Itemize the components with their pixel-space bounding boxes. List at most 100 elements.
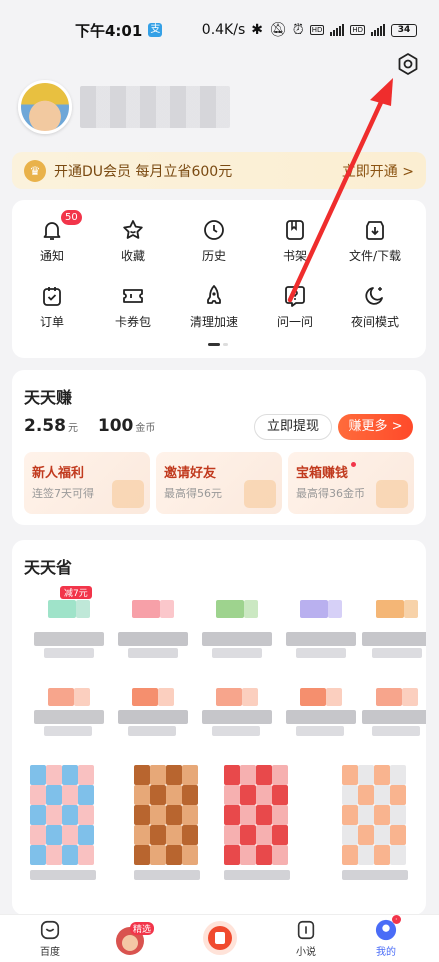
nav-mine[interactable]: · 我的 xyxy=(356,915,416,958)
mosaic-block xyxy=(240,845,256,865)
withdraw-button[interactable]: 立即提现 xyxy=(254,414,332,440)
mosaic-block xyxy=(158,688,174,706)
mosaic-block xyxy=(272,785,288,805)
tool-label: 通知 xyxy=(39,249,64,263)
mosaic-block xyxy=(118,710,188,724)
tool-downloads[interactable]: 文件/下载 xyxy=(340,218,410,264)
save-title: 天天省 xyxy=(24,558,73,577)
mosaic-block xyxy=(134,845,150,865)
mosaic-block xyxy=(134,765,150,785)
newbie-bonus-card[interactable]: 新人福利 连签7天可得 xyxy=(24,452,150,514)
tool-favorites[interactable]: 收藏 xyxy=(98,218,168,264)
mosaic-block xyxy=(272,805,288,825)
avatar[interactable] xyxy=(18,80,72,134)
tool-coupons[interactable]: 卡券包 xyxy=(98,284,168,330)
vip-cta[interactable]: 立即开通 > xyxy=(342,161,414,181)
tool-cleanup[interactable]: 清理加速 xyxy=(179,284,249,330)
battery-icon: 34 xyxy=(391,23,417,37)
mosaic-block xyxy=(202,632,272,646)
page-indicator xyxy=(208,343,228,346)
mosaic-block xyxy=(166,845,182,865)
mosaic-block xyxy=(134,825,150,845)
mosaic-block xyxy=(166,765,182,785)
tool-label: 问一问 xyxy=(276,315,313,329)
mosaic-block xyxy=(342,805,358,825)
cash-icon xyxy=(244,480,276,508)
nav-center[interactable] xyxy=(190,920,250,958)
question-icon xyxy=(285,286,305,307)
mosaic-block xyxy=(362,710,426,724)
mosaic-block xyxy=(134,870,200,880)
red-envelope-icon xyxy=(203,921,237,955)
username-blurred xyxy=(80,86,230,128)
tool-label: 订单 xyxy=(39,315,64,329)
mosaic-block xyxy=(166,805,182,825)
treasure-box-card[interactable]: 宝箱赚钱 最高得36金币 xyxy=(288,452,414,514)
tool-ask[interactable]: 问一问 xyxy=(260,284,330,330)
mosaic-block xyxy=(272,845,288,865)
tool-label: 收藏 xyxy=(120,249,145,263)
mosaic-block xyxy=(272,825,288,845)
mosaic-block xyxy=(62,765,78,785)
tool-orders[interactable]: 订单 xyxy=(17,284,87,330)
hd-icon-2: HD xyxy=(350,25,365,35)
mosaic-block xyxy=(242,688,258,706)
signal-icon xyxy=(330,24,345,36)
bottom-nav: 百度 精选 小说 · 我的 xyxy=(0,914,439,962)
mosaic-block xyxy=(374,765,390,785)
earn-more-button[interactable]: 赚更多 > xyxy=(338,414,413,440)
mosaic-block xyxy=(300,600,328,618)
mosaic-block xyxy=(132,688,158,706)
mosaic-block xyxy=(212,726,260,736)
signal-icon-2 xyxy=(371,24,385,36)
mosaic-block xyxy=(358,785,374,805)
tool-night-mode[interactable]: 夜间模式 xyxy=(340,284,410,330)
mosaic-block xyxy=(76,600,90,618)
mosaic-block xyxy=(150,825,166,845)
mosaic-block xyxy=(182,805,198,825)
mosaic-block xyxy=(390,805,406,825)
coins-unit: 金币 xyxy=(135,423,156,434)
mosaic-block xyxy=(224,805,240,825)
status-right: 0.4K/s ✱ 🔕︎ ⏰︎ HD HD 34 xyxy=(202,22,417,38)
tool-bookshelf[interactable]: 书架 xyxy=(260,218,330,264)
mosaic-block xyxy=(372,648,422,658)
mosaic-block xyxy=(62,805,78,825)
nav-featured[interactable]: 精选 xyxy=(100,922,160,958)
mosaic-block xyxy=(74,688,90,706)
star-icon xyxy=(123,220,143,239)
mosaic-block xyxy=(296,726,344,736)
mosaic-block xyxy=(286,710,356,724)
nav-home[interactable]: 百度 xyxy=(20,919,80,958)
mosaic-block xyxy=(300,688,326,706)
mosaic-block xyxy=(256,765,272,785)
status-time: 下午4:01 xyxy=(75,21,143,40)
calendar-icon xyxy=(112,480,144,508)
tool-notifications[interactable]: 50 通知 xyxy=(17,210,87,264)
mosaic-block xyxy=(402,688,418,706)
rocket-icon xyxy=(207,285,221,304)
mosaic-block xyxy=(78,805,94,825)
mosaic-block xyxy=(372,726,420,736)
coupon-icon xyxy=(123,289,143,303)
vip-banner[interactable]: ♛ 开通DU会员 每月立省600元 立即开通 > xyxy=(12,152,426,189)
network-speed: 0.4K/s xyxy=(201,22,246,38)
mosaic-block xyxy=(46,845,62,865)
earn-box-title: 邀请好友 xyxy=(164,466,217,481)
crown-icon: ♛ xyxy=(24,159,46,182)
book-icon xyxy=(297,920,315,940)
mosaic-block xyxy=(240,785,256,805)
mosaic-block xyxy=(362,632,426,646)
earn-box-title: 新人福利 xyxy=(32,466,85,481)
tool-history[interactable]: 历史 xyxy=(179,218,249,264)
mosaic-block xyxy=(48,688,74,706)
mosaic-block xyxy=(342,825,358,845)
mosaic-block xyxy=(44,648,94,658)
profile-header[interactable] xyxy=(18,80,230,134)
earn-card: 天天赚 2.58 元 100 金币 立即提现 赚更多 > 新人福利 连签7天可得 邀… xyxy=(12,370,426,525)
mosaic-block xyxy=(342,785,358,805)
mosaic-block xyxy=(404,600,418,618)
settings-icon[interactable] xyxy=(396,52,420,76)
invite-friends-card[interactable]: 邀请好友 最高得56元 xyxy=(156,452,282,514)
nav-novel[interactable]: 小说 xyxy=(276,919,336,958)
